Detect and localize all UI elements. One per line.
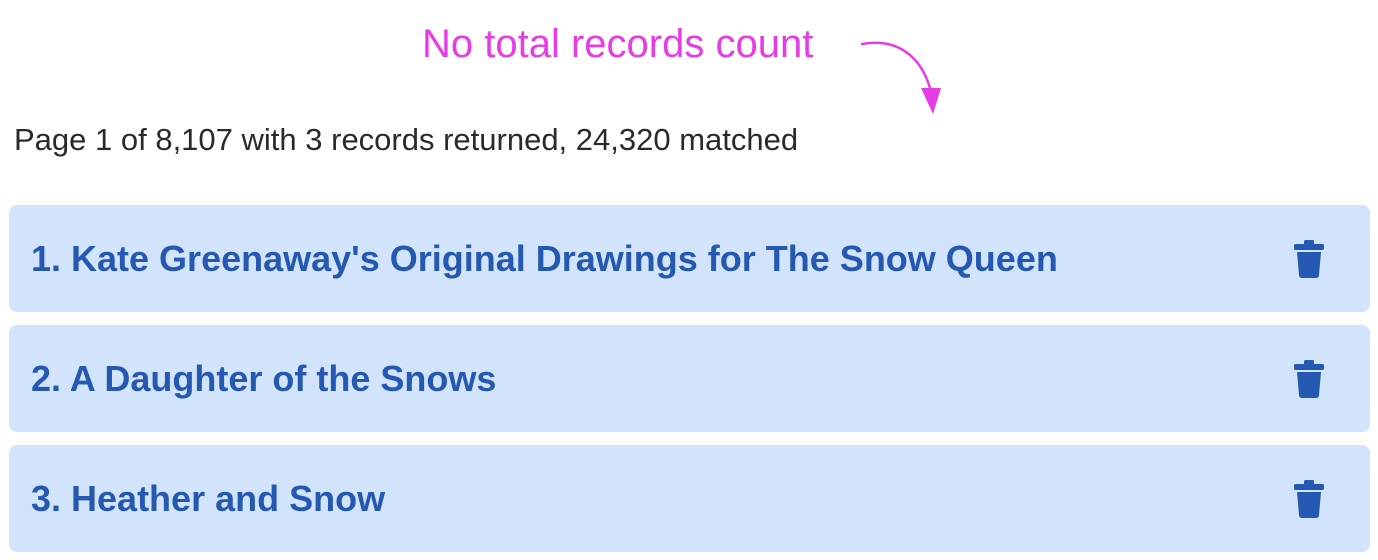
annotation-label: No total records count bbox=[422, 22, 814, 66]
result-row[interactable]: 1. Kate Greenaway's Original Drawings fo… bbox=[9, 205, 1370, 312]
delete-button[interactable] bbox=[1294, 239, 1324, 279]
trash-icon bbox=[1294, 359, 1324, 398]
result-title[interactable]: 2. A Daughter of the Snows bbox=[31, 357, 496, 401]
trash-icon bbox=[1294, 479, 1324, 518]
annotation-arrow bbox=[860, 41, 941, 114]
result-title[interactable]: 1. Kate Greenaway's Original Drawings fo… bbox=[31, 237, 1058, 281]
result-row[interactable]: 2. A Daughter of the Snows bbox=[9, 325, 1370, 432]
results-list: 1. Kate Greenaway's Original Drawings fo… bbox=[9, 205, 1370, 552]
trash-icon bbox=[1294, 239, 1324, 278]
delete-button[interactable] bbox=[1294, 359, 1324, 399]
page-canvas: No total records count Page 1 of 8,107 w… bbox=[0, 0, 1378, 560]
result-title[interactable]: 3. Heather and Snow bbox=[31, 477, 385, 521]
delete-button[interactable] bbox=[1294, 479, 1324, 519]
result-row[interactable]: 3. Heather and Snow bbox=[9, 445, 1370, 552]
results-summary: Page 1 of 8,107 with 3 records returned,… bbox=[14, 122, 799, 157]
